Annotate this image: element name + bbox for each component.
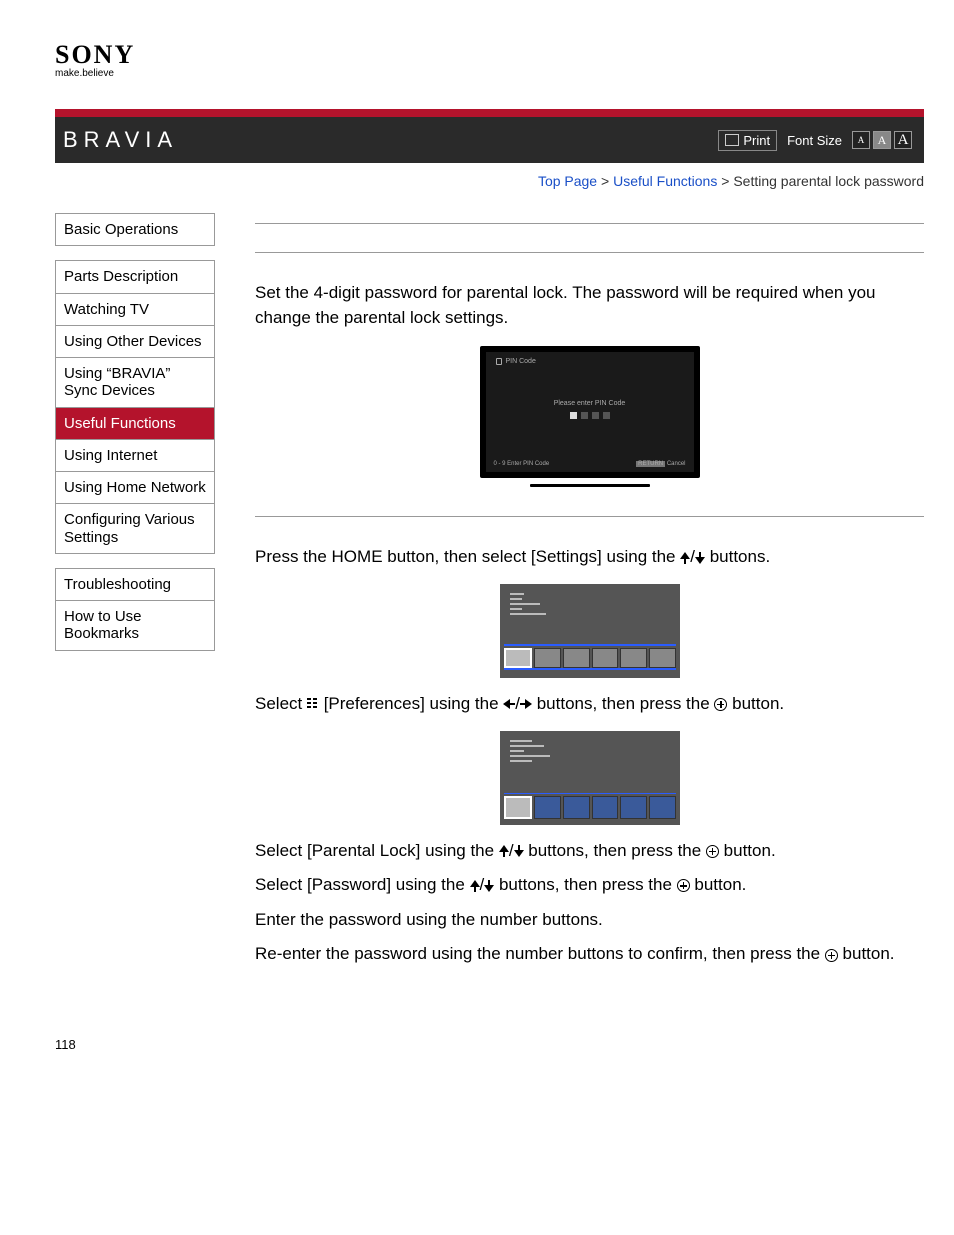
enter-icon [677, 879, 690, 892]
up-arrow-icon [470, 880, 480, 892]
breadcrumb: Top Page > Useful Functions > Setting pa… [55, 173, 924, 189]
step-1: Press the HOME button, then select [Sett… [255, 545, 924, 570]
sidebar-nav: Basic Operations Parts Description Watch… [55, 213, 215, 977]
step-6: Re-enter the password using the number b… [255, 942, 924, 967]
left-arrow-icon [503, 699, 515, 709]
right-arrow-icon [520, 699, 532, 709]
font-size-large[interactable]: A [894, 131, 912, 149]
nav-basic-operations[interactable]: Basic Operations [56, 214, 214, 245]
enter-icon [706, 845, 719, 858]
lock-icon [496, 358, 502, 365]
product-logo: BRAVIA [63, 127, 178, 153]
font-size-small[interactable]: A [852, 131, 870, 149]
step-5: Enter the password using the number butt… [255, 908, 924, 933]
print-icon [725, 134, 739, 146]
breadcrumb-category[interactable]: Useful Functions [613, 173, 717, 189]
font-size-group: A A A [852, 131, 912, 149]
home-menu-illustration [500, 584, 680, 678]
preferences-icon [307, 698, 319, 710]
nav-useful-functions[interactable]: Useful Functions [56, 408, 214, 440]
nav-troubleshooting[interactable]: Troubleshooting [56, 569, 214, 601]
nav-parts-description[interactable]: Parts Description [56, 261, 214, 293]
brand-tagline: make.believe [55, 68, 924, 79]
breadcrumb-top[interactable]: Top Page [538, 173, 597, 189]
nav-watching-tv[interactable]: Watching TV [56, 294, 214, 326]
nav-bookmarks[interactable]: How to Use Bookmarks [56, 601, 214, 650]
intro-text: Set the 4-digit password for parental lo… [255, 281, 924, 330]
header-bar: BRAVIA Print Font Size A A A [55, 117, 924, 163]
divider [255, 516, 924, 517]
step-3: Select [Parental Lock] using the / butto… [255, 839, 924, 864]
step-2: Select [Preferences] using the / buttons… [255, 692, 924, 717]
preferences-menu-illustration [500, 731, 680, 825]
up-arrow-icon [499, 845, 509, 857]
breadcrumb-current: Setting parental lock password [733, 173, 924, 189]
sony-logo: SONY [55, 40, 924, 70]
main-content: Set the 4-digit password for parental lo… [255, 195, 924, 977]
up-arrow-icon [680, 552, 690, 564]
enter-icon [714, 698, 727, 711]
print-label: Print [743, 133, 770, 148]
font-size-label: Font Size [787, 133, 842, 148]
page-number: 118 [55, 1037, 924, 1052]
down-arrow-icon [514, 845, 524, 857]
divider [255, 252, 924, 253]
nav-configuring-settings[interactable]: Configuring Various Settings [56, 504, 214, 553]
print-button[interactable]: Print [718, 130, 777, 151]
font-size-medium[interactable]: A [873, 131, 891, 149]
accent-bar [55, 109, 924, 117]
brand-block: SONY make.believe [55, 40, 924, 79]
nav-home-network[interactable]: Using Home Network [56, 472, 214, 504]
step-4: Select [Password] using the / buttons, t… [255, 873, 924, 898]
down-arrow-icon [484, 880, 494, 892]
enter-icon [825, 949, 838, 962]
tv-illustration: PIN Code Please enter PIN Code 0 - 9 Ent… [480, 346, 700, 488]
nav-using-other-devices[interactable]: Using Other Devices [56, 326, 214, 358]
divider [255, 223, 924, 224]
down-arrow-icon [695, 552, 705, 564]
nav-using-internet[interactable]: Using Internet [56, 440, 214, 472]
nav-bravia-sync[interactable]: Using “BRAVIA” Sync Devices [56, 358, 214, 408]
